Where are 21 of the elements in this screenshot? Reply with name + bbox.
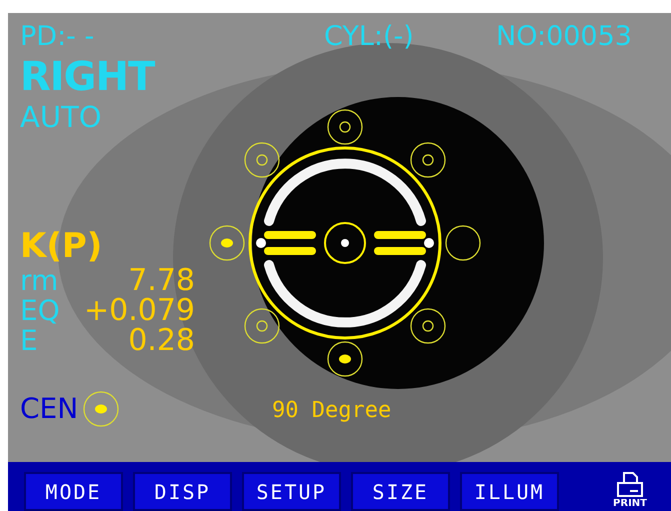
center-label: CEN (20, 392, 78, 426)
reading-label: rm (20, 266, 58, 296)
cyl-reading: CYL:(-) (324, 20, 414, 54)
menu-button[interactable]: DISP (133, 472, 232, 511)
reading-value: 0.28 (128, 326, 195, 356)
keratometry-title: K(P) (20, 226, 104, 266)
mode-label: AUTO (20, 99, 103, 135)
angle-reading: 90 Degree (272, 397, 392, 425)
record-number: NO:00053 (496, 20, 632, 54)
menu-button[interactable]: SIZE (351, 472, 450, 511)
printer-icon[interactable] (616, 471, 644, 499)
menu-button[interactable]: ILLUM (460, 472, 559, 511)
menu-button[interactable]: MODE (24, 472, 123, 511)
reading-value: 7.78 (128, 266, 195, 296)
menu-button[interactable]: SETUP (242, 472, 341, 511)
print-label[interactable]: PRINT (613, 499, 647, 508)
reading-label: E (20, 326, 38, 356)
reading-label: EQ (20, 296, 60, 326)
eye-side-label: RIGHT (20, 55, 154, 99)
reading-value: +0.079 (84, 296, 195, 326)
pd-reading: PD:- - (20, 20, 96, 54)
